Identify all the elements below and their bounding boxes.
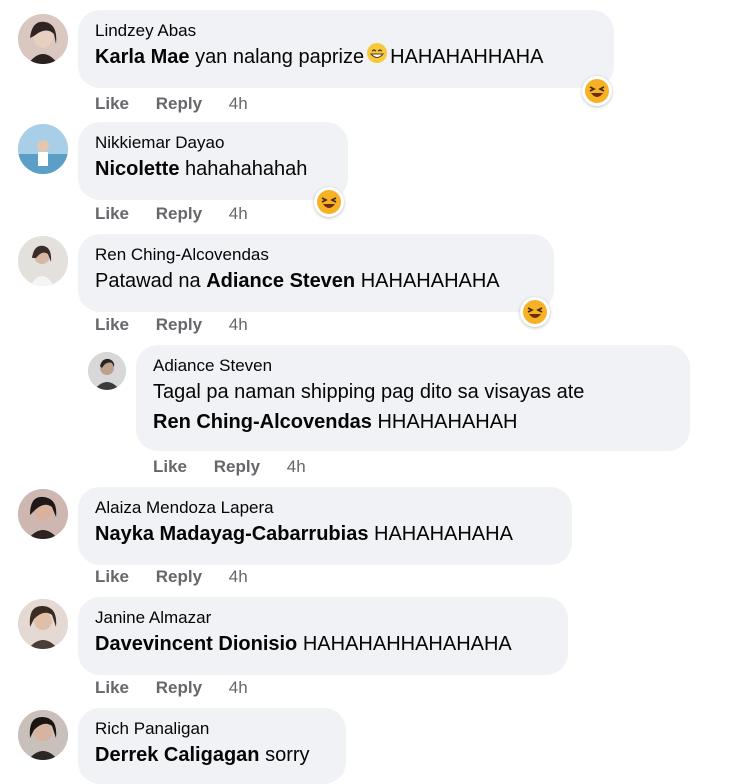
comment-body: yan nalang paprize	[195, 46, 365, 68]
mention-link[interactable]: Nayka Madayag-Cabarrubias	[95, 523, 368, 545]
comment-body-end: HAHAHAHHAHA	[390, 46, 544, 68]
comment-text: Davevincent Dionisio HAHAHAHHAHAHAHA	[95, 629, 550, 659]
comment-body: HAHAHAHAHA	[374, 523, 513, 545]
timestamp[interactable]: 4h	[229, 678, 248, 697]
comment-bubble: Ren Ching-Alcovendas Patawad na Adiance …	[78, 234, 554, 312]
comment-text: Nayka Madayag-Cabarrubias HAHAHAHAHA	[95, 519, 554, 549]
reply-button[interactable]: Reply	[156, 204, 202, 223]
like-button[interactable]: Like	[95, 315, 129, 334]
comment-body: hahahahahah	[185, 158, 308, 180]
mention-link[interactable]: Davevincent Dionisio	[95, 633, 297, 655]
haha-reaction-icon[interactable]	[314, 187, 344, 217]
reply-button[interactable]: Reply	[156, 315, 202, 334]
grinning-squint-emoji-icon	[366, 42, 388, 73]
avatar[interactable]	[18, 489, 68, 539]
comment-body-start: Patawad na	[95, 270, 201, 292]
reply-author[interactable]: Adiance Steven	[153, 355, 672, 377]
reply-actions: Like Reply 4h	[153, 457, 328, 477]
timestamp[interactable]: 4h	[229, 315, 248, 334]
comment-text: Patawad na Adiance Steven HAHAHAHAHA	[95, 266, 536, 296]
comment-actions: Like Reply 4h	[95, 678, 270, 698]
reply-body: HHAHAHAHAH	[377, 411, 518, 433]
comment-actions: Like Reply 4h	[95, 567, 270, 587]
like-button[interactable]: Like	[95, 94, 129, 113]
comment-bubble: Janine Almazar Davevincent Dionisio HAHA…	[78, 597, 568, 675]
comment-author[interactable]: Lindzey Abas	[95, 20, 596, 42]
comment-text: Derrek Caligagan sorry	[95, 740, 328, 770]
haha-reaction-icon[interactable]	[520, 297, 550, 327]
avatar[interactable]	[18, 124, 68, 174]
timestamp[interactable]: 4h	[229, 567, 248, 586]
reply-button[interactable]: Reply	[156, 678, 202, 697]
like-button[interactable]: Like	[95, 567, 129, 586]
reply-text-line: Ren Ching-Alcovendas HHAHAHAHAH	[153, 407, 672, 437]
mention-link[interactable]: Adiance Steven	[206, 270, 355, 292]
comment-body: HAHAHAHHAHAHAHA	[302, 633, 512, 655]
reply-text-line: Tagal pa naman shipping pag dito sa visa…	[153, 381, 585, 403]
comment-text: Nicolette hahahahahah	[95, 154, 330, 184]
reply-bubble: Adiance Steven Tagal pa naman shipping p…	[136, 345, 690, 451]
timestamp[interactable]: 4h	[229, 204, 248, 223]
comment-text: Karla Mae yan nalang paprize HAHAHAHHAHA	[95, 42, 596, 73]
comment-author[interactable]: Alaiza Mendoza Lapera	[95, 497, 554, 519]
comment-actions: Like Reply 4h	[95, 204, 270, 224]
comment-body: sorry	[265, 744, 310, 766]
comment-bubble: Nikkiemar Dayao Nicolette hahahahahah	[78, 122, 348, 200]
timestamp[interactable]: 4h	[229, 94, 248, 113]
avatar[interactable]	[18, 14, 68, 64]
comment-author[interactable]: Rich Panaligan	[95, 718, 328, 740]
comment-bubble: Lindzey Abas Karla Mae yan nalang papriz…	[78, 10, 614, 88]
mention-link[interactable]: Karla Mae	[95, 46, 190, 68]
reply-avatar[interactable]	[88, 352, 126, 390]
reply-button[interactable]: Reply	[156, 567, 202, 586]
mention-link[interactable]: Ren Ching-Alcovendas	[153, 411, 372, 433]
reply-button[interactable]: Reply	[214, 457, 260, 476]
mention-link[interactable]: Derrek Caligagan	[95, 744, 260, 766]
timestamp[interactable]: 4h	[287, 457, 306, 476]
comment-actions: Like Reply 4h	[95, 315, 270, 335]
comment-author[interactable]: Janine Almazar	[95, 607, 550, 629]
comment-bubble: Rich Panaligan Derrek Caligagan sorry	[78, 708, 346, 784]
comment-body: HAHAHAHAHA	[360, 270, 500, 292]
like-button[interactable]: Like	[153, 457, 187, 476]
avatar[interactable]	[18, 710, 68, 760]
comment-bubble: Alaiza Mendoza Lapera Nayka Madayag-Caba…	[78, 487, 572, 565]
reply-button[interactable]: Reply	[156, 94, 202, 113]
avatar[interactable]	[18, 599, 68, 649]
like-button[interactable]: Like	[95, 204, 129, 223]
comment-author[interactable]: Nikkiemar Dayao	[95, 132, 330, 154]
haha-reaction-icon[interactable]	[582, 76, 612, 106]
like-button[interactable]: Like	[95, 678, 129, 697]
comment-actions: Like Reply 4h	[95, 94, 270, 114]
avatar[interactable]	[18, 236, 68, 286]
mention-link[interactable]: Nicolette	[95, 158, 179, 180]
comment-author[interactable]: Ren Ching-Alcovendas	[95, 244, 536, 266]
